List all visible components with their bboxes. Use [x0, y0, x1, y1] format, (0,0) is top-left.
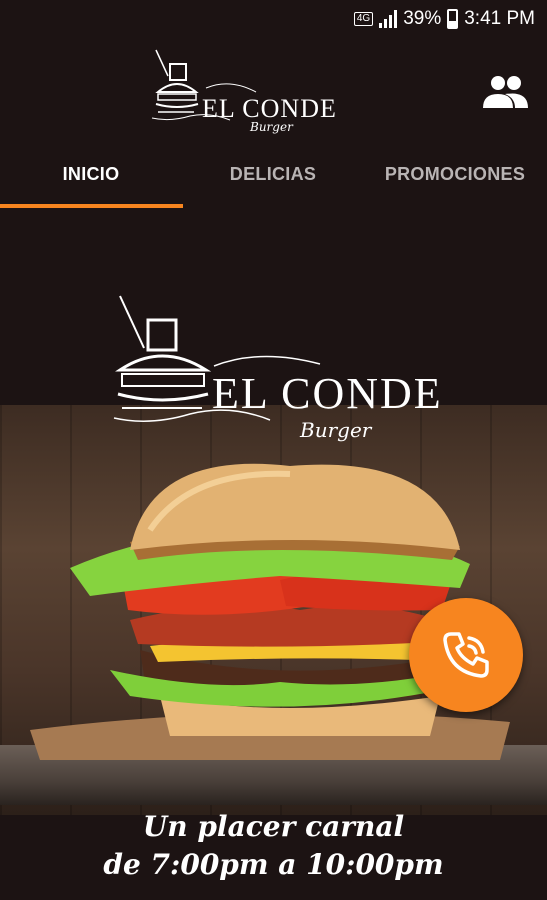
status-bar: 4G 39% 3:41 PM [0, 0, 547, 38]
tagline-line-2: de 7:00pm a 10:00pm [103, 848, 444, 881]
app-logo: EL CONDE Burger [150, 48, 340, 134]
active-tab-indicator [0, 204, 183, 208]
phone-call-icon [443, 632, 489, 678]
tab-delicias[interactable]: DELICIAS [182, 144, 364, 204]
app-logo-subtext: Burger [250, 120, 293, 134]
tab-promociones[interactable]: PROMOCIONES [364, 144, 546, 204]
battery-percent: 39% [403, 8, 442, 29]
hero-logo-text: EL CONDE [212, 369, 443, 418]
signal-icon [379, 10, 398, 28]
network-badge: 4G [353, 12, 374, 26]
tab-bar: INICIO DELICIAS PROMOCIONES [0, 144, 547, 210]
tab-inicio[interactable]: INICIO [0, 144, 182, 204]
app-bar: EL CONDE Burger [0, 38, 547, 144]
call-button[interactable] [409, 598, 523, 712]
people-icon[interactable] [481, 74, 529, 110]
hero-logo-subtext: Burger [300, 418, 372, 442]
battery-icon [447, 9, 459, 29]
hero-logo: EL CONDE Burger [110, 290, 450, 460]
tagline-line-1: Un placer carnal [142, 810, 405, 843]
hero-content: EL CONDE Burger Un placer carnal de 7:00… [0, 210, 547, 900]
clock: 3:41 PM [464, 8, 535, 29]
tagline: Un placer carnal de 7:00pm a 10:00pm [0, 808, 547, 884]
